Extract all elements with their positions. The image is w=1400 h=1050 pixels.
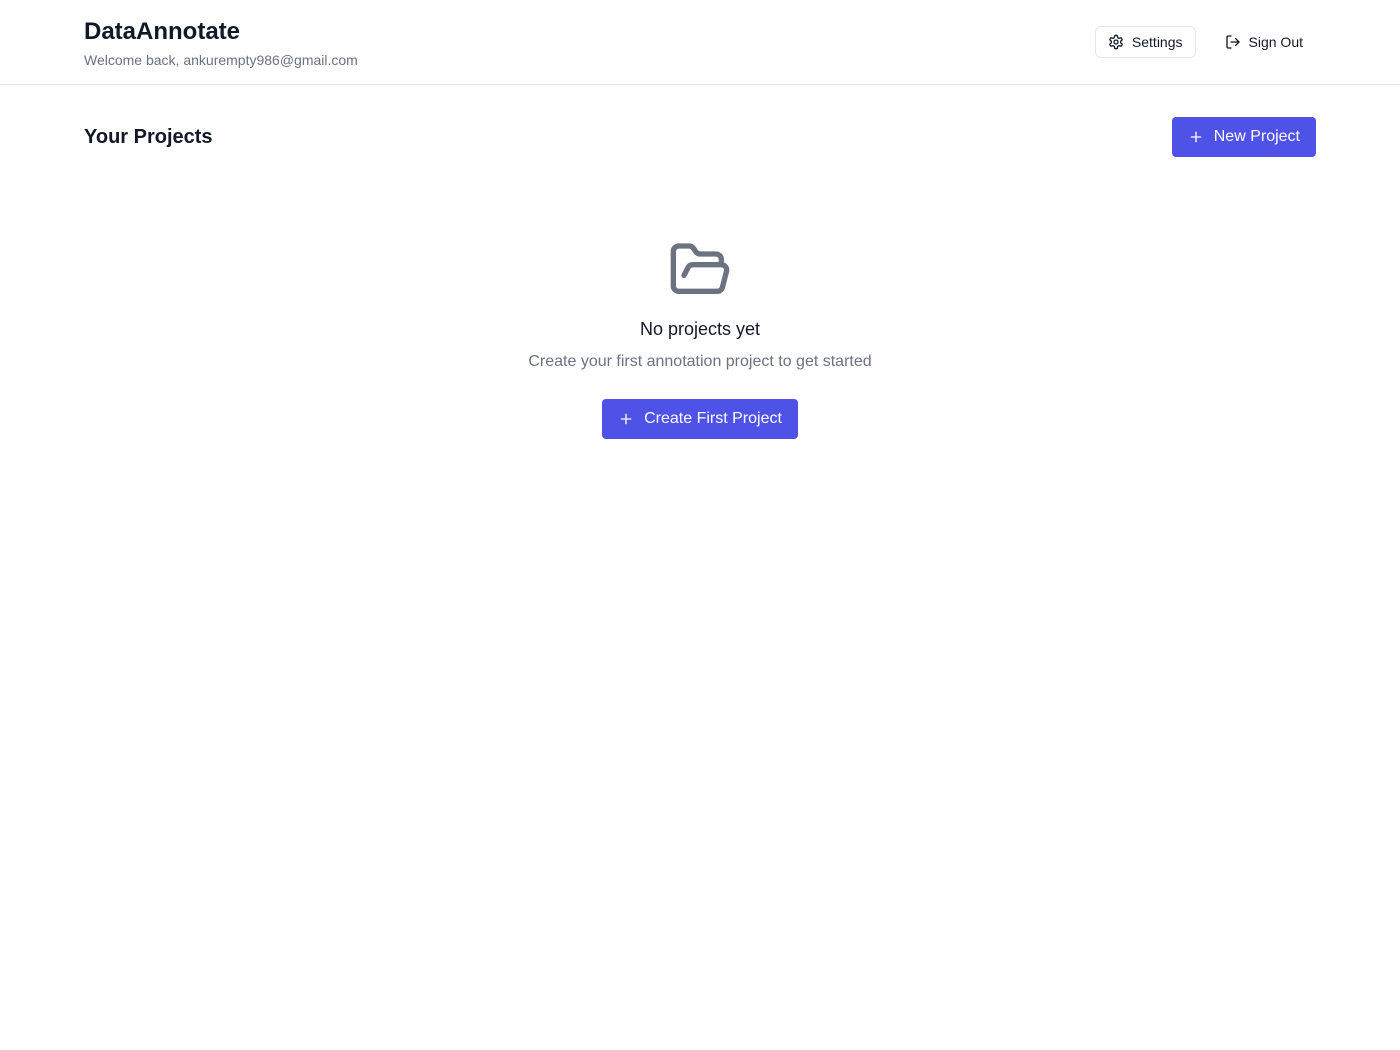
new-project-button[interactable]: New Project: [1171, 117, 1316, 157]
app-title: DataAnnotate: [84, 18, 241, 45]
welcome-text: Welcome back, ankurempty986@gmail.com: [84, 52, 358, 68]
app-header: DataAnnotate Welcome back, ankurempty986…: [0, 0, 1400, 85]
plus-icon: [618, 411, 634, 427]
plus-icon: [1188, 129, 1204, 145]
folder-open-icon: [668, 238, 732, 302]
settings-label: Settings: [1131, 34, 1183, 50]
settings-button[interactable]: Settings: [1094, 26, 1196, 58]
brand: DataAnnotate Welcome back, ankurempty986…: [84, 18, 358, 69]
page-title: Your Projects: [84, 125, 213, 148]
header-actions: Settings Sign Out: [1094, 26, 1316, 58]
create-first-project-label: Create First Project: [644, 410, 782, 427]
empty-state-description: Create your first annotation project to …: [528, 353, 872, 370]
projects-toolbar: Your Projects New Project: [84, 117, 1316, 157]
create-first-project-button[interactable]: Create First Project: [602, 399, 798, 439]
empty-state: No projects yet Create your first annota…: [0, 238, 1400, 439]
sign-out-label: Sign Out: [1248, 34, 1303, 50]
sign-out-button[interactable]: Sign Out: [1212, 26, 1316, 58]
log-out-icon: [1225, 34, 1241, 50]
new-project-label: New Project: [1213, 128, 1300, 145]
empty-state-title: No projects yet: [639, 319, 761, 339]
gear-icon: [1108, 34, 1124, 50]
